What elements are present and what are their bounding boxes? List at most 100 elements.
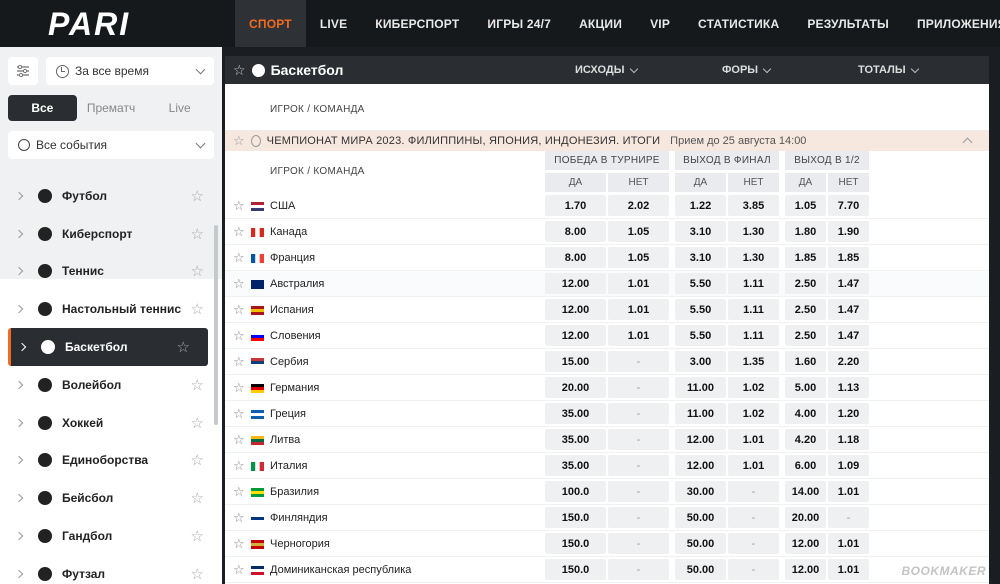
odd-cell[interactable]: 5.50 <box>675 325 726 346</box>
chevron-up-icon[interactable] <box>962 137 973 148</box>
odd-cell[interactable]: 1.01 <box>828 559 869 580</box>
favorite-star-icon[interactable]: ☆ <box>233 276 245 292</box>
favorite-star-icon[interactable]: ☆ <box>191 565 204 583</box>
odd-cell[interactable]: 35.00 <box>545 455 606 476</box>
favorite-star-icon[interactable]: ☆ <box>233 380 245 396</box>
odd-cell[interactable]: 30.00 <box>675 481 726 502</box>
odd-cell[interactable]: 1.11 <box>728 273 779 294</box>
favorite-star-icon[interactable]: ☆ <box>191 262 204 280</box>
favorite-star-icon[interactable]: ☆ <box>233 62 246 79</box>
odd-cell[interactable]: 12.00 <box>785 559 826 580</box>
sidebar-item-tennis[interactable]: Теннис ☆ <box>0 253 222 291</box>
favorite-star-icon[interactable]: ☆ <box>233 224 245 240</box>
favorite-star-icon[interactable]: ☆ <box>233 484 245 500</box>
pari-logo[interactable]: PARI <box>48 9 178 39</box>
odd-cell[interactable]: 1.01 <box>728 429 779 450</box>
odd-cell[interactable]: 3.10 <box>675 247 726 268</box>
favorite-star-icon[interactable]: ☆ <box>233 562 245 578</box>
nav-item-5[interactable]: VIP <box>636 0 684 47</box>
odd-cell[interactable]: 1.22 <box>675 195 726 216</box>
odd-cell[interactable]: 2.02 <box>608 195 669 216</box>
sidebar-item-hockey[interactable]: Хоккей ☆ <box>0 404 222 442</box>
favorite-star-icon[interactable]: ☆ <box>233 354 245 370</box>
odd-cell[interactable]: 1.20 <box>828 403 869 424</box>
odd-cell[interactable]: 8.00 <box>545 247 606 268</box>
odd-cell[interactable]: 35.00 <box>545 403 606 424</box>
favorite-star-icon[interactable]: ☆ <box>191 451 204 469</box>
favorite-star-icon[interactable]: ☆ <box>233 198 245 214</box>
odd-cell[interactable]: 1.30 <box>728 247 779 268</box>
odd-cell[interactable]: 1.02 <box>728 377 779 398</box>
odd-cell[interactable]: 12.00 <box>545 299 606 320</box>
odd-cell[interactable]: 1.11 <box>728 325 779 346</box>
odd-cell[interactable]: 5.50 <box>675 299 726 320</box>
favorite-star-icon[interactable]: ☆ <box>233 133 245 149</box>
odd-cell[interactable]: 12.00 <box>545 273 606 294</box>
odd-cell[interactable]: 150.0 <box>545 559 606 580</box>
column-totals[interactable]: ТОТАЛЫ <box>858 64 919 76</box>
odd-cell[interactable]: 2.50 <box>785 325 826 346</box>
nav-item-4[interactable]: АКЦИИ <box>565 0 636 47</box>
tab-live[interactable]: Live <box>145 95 214 121</box>
odd-cell[interactable]: 1.01 <box>828 533 869 554</box>
odd-cell[interactable]: 2.50 <box>785 273 826 294</box>
favorite-star-icon[interactable]: ☆ <box>233 406 245 422</box>
odd-cell[interactable]: 50.00 <box>675 507 726 528</box>
odd-cell[interactable]: 5.50 <box>675 273 726 294</box>
odd-cell[interactable]: 1.05 <box>785 195 826 216</box>
favorite-star-icon[interactable]: ☆ <box>191 414 204 432</box>
tab-prematch[interactable]: Прематч <box>77 95 146 121</box>
odd-cell[interactable]: 150.0 <box>545 507 606 528</box>
odd-cell[interactable]: 20.00 <box>545 377 606 398</box>
odd-cell[interactable]: 50.00 <box>675 559 726 580</box>
odd-cell[interactable]: 1.70 <box>545 195 606 216</box>
odd-cell[interactable]: 35.00 <box>545 429 606 450</box>
odd-cell[interactable]: 1.01 <box>608 273 669 294</box>
favorite-star-icon[interactable]: ☆ <box>191 300 204 318</box>
nav-item-1[interactable]: LIVE <box>306 0 361 47</box>
odd-cell[interactable]: 3.10 <box>675 221 726 242</box>
odd-cell[interactable]: 100.0 <box>545 481 606 502</box>
favorite-star-icon[interactable]: ☆ <box>233 302 245 318</box>
filter-settings-button[interactable] <box>8 57 38 85</box>
tab-all[interactable]: Все <box>8 95 77 121</box>
favorite-star-icon[interactable]: ☆ <box>233 510 245 526</box>
odd-cell[interactable]: 1.35 <box>728 351 779 372</box>
odd-cell[interactable]: 1.13 <box>828 377 869 398</box>
odd-cell[interactable]: 1.60 <box>785 351 826 372</box>
favorite-star-icon[interactable]: ☆ <box>233 536 245 552</box>
odd-cell[interactable]: 15.00 <box>545 351 606 372</box>
favorite-star-icon[interactable]: ☆ <box>233 250 245 266</box>
favorite-star-icon[interactable]: ☆ <box>191 527 204 545</box>
odd-cell[interactable]: 12.00 <box>675 429 726 450</box>
odd-cell[interactable]: 12.00 <box>545 325 606 346</box>
odd-cell[interactable]: 12.00 <box>785 533 826 554</box>
odd-cell[interactable]: 1.05 <box>608 247 669 268</box>
sidebar-item-table-tennis[interactable]: Настольный теннис ☆ <box>0 290 222 328</box>
odd-cell[interactable]: 1.01 <box>828 481 869 502</box>
nav-item-2[interactable]: КИБЕРСПОРТ <box>361 0 473 47</box>
odd-cell[interactable]: 20.00 <box>785 507 826 528</box>
odd-cell[interactable]: 11.00 <box>675 377 726 398</box>
odd-cell[interactable]: 150.0 <box>545 533 606 554</box>
championship-header[interactable]: ☆ ЧЕМПИОНАТ МИРА 2023. ФИЛИППИНЫ, ЯПОНИЯ… <box>225 131 989 151</box>
odd-cell[interactable]: 1.11 <box>728 299 779 320</box>
odd-cell[interactable]: 1.01 <box>728 455 779 476</box>
odd-cell[interactable]: 3.00 <box>675 351 726 372</box>
odd-cell[interactable]: 11.00 <box>675 403 726 424</box>
odd-cell[interactable]: 7.70 <box>828 195 869 216</box>
odd-cell[interactable]: 3.85 <box>728 195 779 216</box>
nav-item-0[interactable]: СПОРТ <box>235 0 306 47</box>
odd-cell[interactable]: 1.09 <box>828 455 869 476</box>
column-outcomes[interactable]: ИСХОДЫ <box>575 64 638 76</box>
odd-cell[interactable]: 4.20 <box>785 429 826 450</box>
events-filter-select[interactable]: Все события <box>8 131 214 159</box>
odd-cell[interactable]: 1.01 <box>608 299 669 320</box>
favorite-star-icon[interactable]: ☆ <box>191 187 204 205</box>
odd-cell[interactable]: 1.90 <box>828 221 869 242</box>
odd-cell[interactable]: 1.85 <box>828 247 869 268</box>
odd-cell[interactable]: 1.85 <box>785 247 826 268</box>
sidebar-item-handball[interactable]: Гандбол ☆ <box>0 517 222 555</box>
odd-cell[interactable]: 1.47 <box>828 299 869 320</box>
odd-cell[interactable]: 5.00 <box>785 377 826 398</box>
